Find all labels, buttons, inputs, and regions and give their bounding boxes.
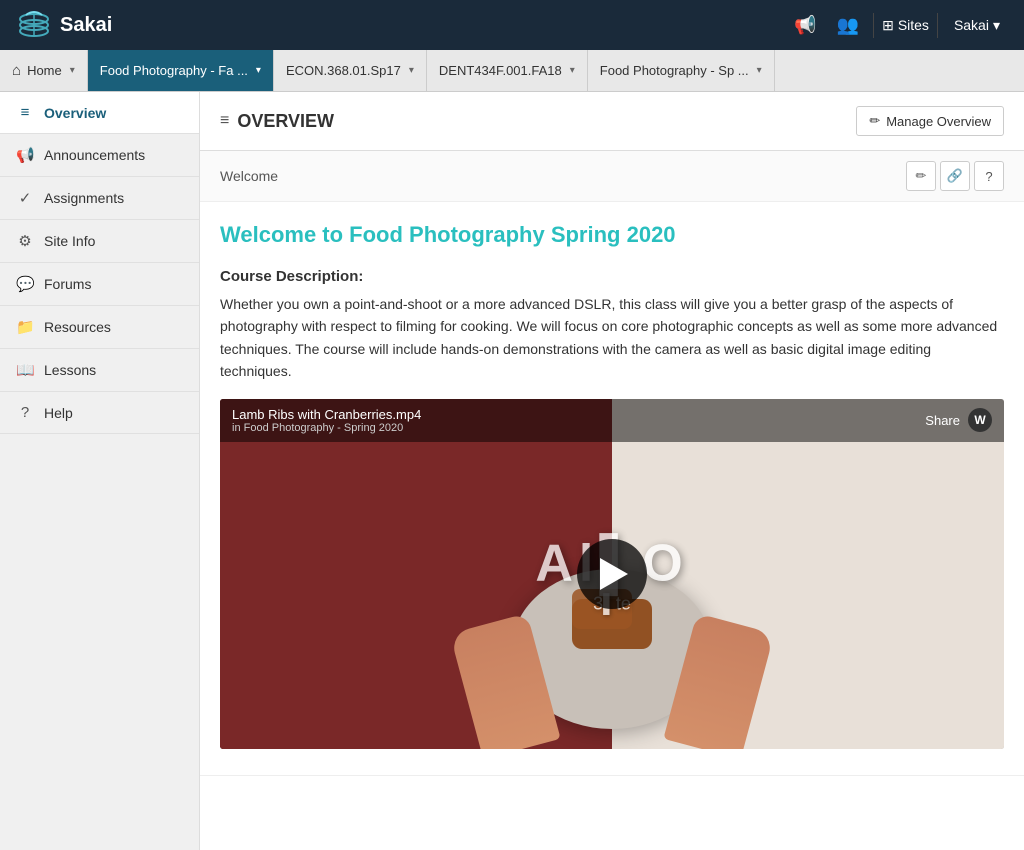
link-icon: 🔗 [947,168,963,184]
manage-overview-label: Manage Overview [886,114,991,129]
main-layout: ≡ Overview 📢 Announcements ✓ Assignments… [0,92,1024,850]
question-icon: ? [985,169,992,184]
video-body[interactable]: Al▌O 3▌te [220,399,1004,749]
sidebar-item-resources[interactable]: 📁 Resources [0,306,199,349]
user-dropdown-arrow: ▾ [993,17,1000,34]
video-container: Lamb Ribs with Cranberries.mp4 in Food P… [220,399,1004,749]
sidebar-item-overview[interactable]: ≡ Overview [0,92,199,134]
sidebar-item-site-info-label: Site Info [44,233,95,249]
video-info: Lamb Ribs with Cranberries.mp4 in Food P… [232,407,421,434]
edit-icon: ✏ [916,168,927,184]
sidebar-item-forums-label: Forums [44,276,91,292]
help-icon: ? [16,404,34,421]
sidebar-item-forums[interactable]: 💬 Forums [0,263,199,306]
site-info-icon: ⚙ [16,232,34,250]
sidebar-item-assignments[interactable]: ✓ Assignments [0,177,199,220]
user-label: Sakai [954,17,989,33]
edit-button[interactable]: ✏ [906,161,936,191]
announcement-icon[interactable]: 📢 [788,11,822,40]
pencil-icon: ✏ [869,113,880,129]
sidebar-item-help[interactable]: ? Help [0,392,199,434]
tab-bar: ⌂ Home ▾ Food Photography - Fa ... ▾ ECO… [0,50,1024,92]
overview-header: ≡ OVERVIEW ✏ Manage Overview [200,92,1024,151]
grid-icon: ⊞ [882,17,894,34]
sidebar-item-overview-label: Overview [44,105,106,121]
tab-dent-arrow: ▾ [570,65,575,76]
users-icon[interactable]: 👥 [831,11,865,40]
tab-home-arrow: ▾ [70,65,75,76]
top-nav-right: 📢 👥 ⊞ Sites Sakai ▾ [788,11,1008,40]
sidebar-item-assignments-label: Assignments [44,190,124,206]
brand-name: Sakai [60,14,112,37]
sidebar-item-site-info[interactable]: ⚙ Site Info [0,220,199,263]
sakai-logo[interactable]: Sakai [16,7,112,43]
share-label: Share [925,413,960,428]
tab-food-sp[interactable]: Food Photography - Sp ... ▾ [588,50,775,91]
welcome-panel-header: Welcome ✏ 🔗 ? [200,151,1024,202]
video-title: Lamb Ribs with Cranberries.mp4 [232,407,421,422]
sidebar-item-announcements[interactable]: 📢 Announcements [0,134,199,177]
tab-econ-arrow: ▾ [409,65,414,76]
welcome-panel: Welcome ✏ 🔗 ? Welcome to Food Photograph… [200,151,1024,776]
manage-overview-button[interactable]: ✏ Manage Overview [856,106,1004,136]
tab-home[interactable]: ⌂ Home ▾ [0,50,88,91]
tab-home-label: Home [27,63,62,78]
tab-food-sp-arrow: ▾ [757,65,762,76]
play-button[interactable] [577,539,647,609]
welcome-label: Welcome [220,168,278,184]
content-area: ≡ OVERVIEW ✏ Manage Overview Welcome ✏ 🔗 [200,92,1024,850]
announcements-icon: 📢 [16,146,34,164]
welcome-heading: Welcome to Food Photography Spring 2020 [220,222,1004,248]
video-meta: in Food Photography - Spring 2020 [232,422,421,434]
top-nav: Sakai 📢 👥 ⊞ Sites Sakai ▾ [0,0,1024,50]
overview-title: ≡ OVERVIEW [220,111,334,132]
forums-icon: 💬 [16,275,34,293]
sidebar-item-lessons-label: Lessons [44,362,96,378]
sidebar-item-resources-label: Resources [44,319,111,335]
overview-title-icon: ≡ [220,112,229,130]
overview-icon: ≡ [16,104,34,121]
link-button[interactable]: 🔗 [940,161,970,191]
sidebar-item-announcements-label: Announcements [44,147,145,163]
help-button[interactable]: ? [974,161,1004,191]
share-w-icon: W [968,408,992,432]
video-share: Share W [925,408,992,432]
lessons-icon: 📖 [16,361,34,379]
resources-icon: 📁 [16,318,34,336]
home-icon: ⌂ [12,62,21,79]
tab-food-sp-label: Food Photography - Sp ... [600,63,749,78]
sites-label: Sites [898,17,929,33]
sidebar: ≡ Overview 📢 Announcements ✓ Assignments… [0,92,200,850]
sidebar-item-help-label: Help [44,405,73,421]
tab-food-fa[interactable]: Food Photography - Fa ... ▾ [88,50,274,91]
tab-econ[interactable]: ECON.368.01.Sp17 ▾ [274,50,427,91]
tab-food-fa-arrow: ▾ [256,65,261,76]
play-triangle-icon [600,558,628,590]
welcome-actions: ✏ 🔗 ? [906,161,1004,191]
video-header: Lamb Ribs with Cranberries.mp4 in Food P… [220,399,1004,442]
sites-menu[interactable]: ⊞ Sites [873,13,938,38]
course-desc-text: Whether you own a point-and-shoot or a m… [220,293,1004,383]
user-menu[interactable]: Sakai ▾ [946,13,1008,38]
overview-title-text: OVERVIEW [237,111,334,132]
tab-dent-label: DENT434F.001.FA18 [439,63,562,78]
welcome-content: Welcome to Food Photography Spring 2020 … [200,202,1024,775]
sidebar-item-lessons[interactable]: 📖 Lessons [0,349,199,392]
assignments-icon: ✓ [16,189,34,207]
course-desc-label: Course Description: [220,268,1004,285]
tab-dent[interactable]: DENT434F.001.FA18 ▾ [427,50,588,91]
sakai-logo-icon [16,7,52,43]
tab-food-fa-label: Food Photography - Fa ... [100,63,248,78]
tab-econ-label: ECON.368.01.Sp17 [286,63,401,78]
